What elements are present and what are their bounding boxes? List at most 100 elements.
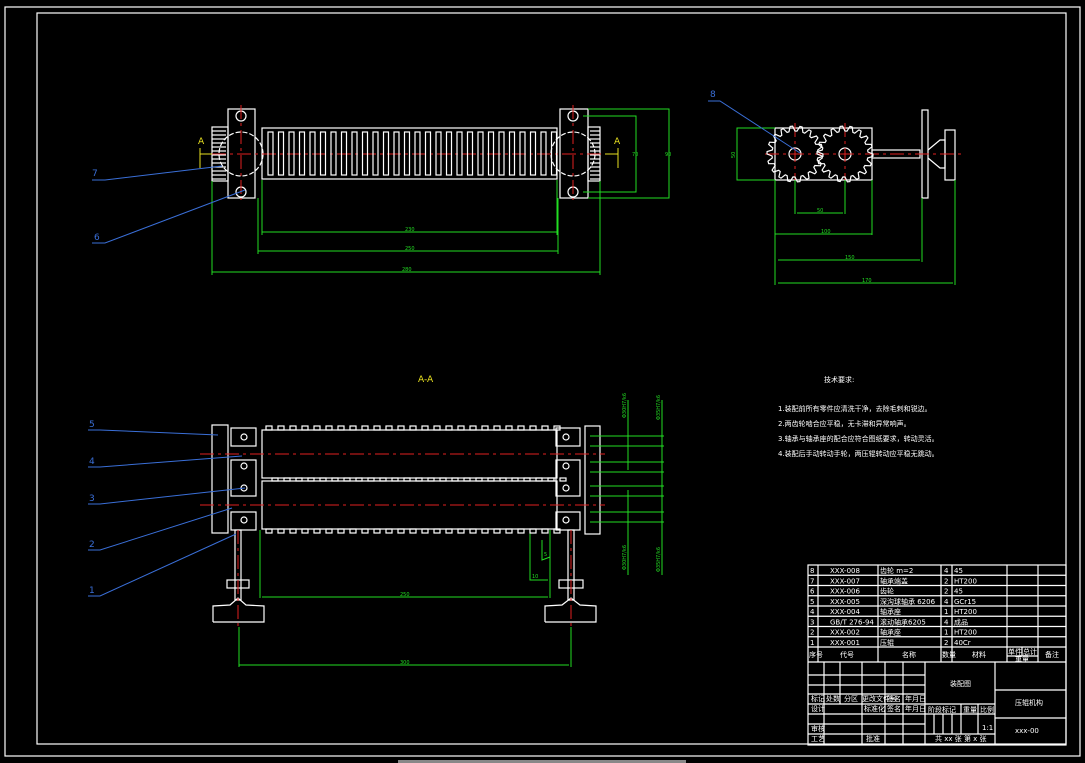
- part-name: 轴承座: [880, 607, 901, 616]
- section-view-a-a: A-A 250 300 10 5 Φ30H7/k6 Φ35H7/k6 Φ30H7…: [200, 375, 664, 667]
- roller-tooth: [463, 477, 471, 482]
- part-material: 45: [954, 567, 963, 575]
- part-name: 压辊: [880, 638, 894, 647]
- dim-text: 50: [731, 152, 737, 158]
- roller-tooth: [349, 425, 357, 431]
- roller-tooth: [481, 528, 489, 534]
- roller-tooth: [541, 425, 549, 431]
- header-qty: 数量: [942, 650, 956, 659]
- roller-tooth: [313, 528, 321, 534]
- fit-label: Φ30H7/k6: [622, 545, 628, 570]
- tb-label: 阶段标记: [928, 705, 956, 714]
- section-title: A-A: [418, 375, 434, 385]
- tb-label: 处数: [826, 694, 840, 703]
- dim-text: 170: [862, 278, 872, 284]
- bearing-mark: [240, 462, 248, 470]
- dim-text: 250: [400, 592, 410, 598]
- part-code: XXX-006: [830, 588, 860, 596]
- tb-label: 设计: [811, 704, 825, 713]
- top-view: 230 250 280 90 70 A A: [198, 105, 671, 275]
- bearing-mark: [240, 433, 248, 441]
- roller-tooth: [361, 528, 369, 534]
- roller-tooth: [331, 477, 339, 482]
- roller-tooth: [433, 528, 441, 534]
- leader-label-8: 8: [710, 90, 716, 100]
- bearing-mark: [562, 484, 570, 492]
- roller-tooth: [421, 425, 429, 431]
- dim-text: 100: [821, 229, 831, 235]
- roller-tooth: [337, 528, 345, 534]
- roller-tooth: [271, 477, 279, 482]
- part-material: HT200: [954, 629, 977, 637]
- roller-tooth: [373, 528, 381, 534]
- roller-tooth: [451, 477, 459, 482]
- roller-tooth: [325, 425, 333, 431]
- part-name: 深沟球轴承 6206: [880, 597, 936, 606]
- tb-label: 年月日: [905, 704, 926, 713]
- bearing-block: [230, 511, 257, 531]
- dim-text: 5: [544, 552, 547, 558]
- tech-req-item: 3.轴承与轴承座的配合应符合图纸要求，转动灵活。: [778, 434, 939, 443]
- roller-tooth: [493, 425, 501, 431]
- part-name: 轴承座: [880, 628, 901, 637]
- fit-label: Φ35H7/k6: [656, 547, 662, 572]
- dim-text: 250: [405, 246, 415, 252]
- part-no: 4: [810, 608, 815, 616]
- bearing-mark: [562, 433, 570, 441]
- part-material: 45: [954, 588, 963, 596]
- roller-tooth: [469, 528, 477, 534]
- leader-line: [88, 487, 246, 505]
- drawing-title: 装配图: [950, 679, 971, 688]
- part-material: GCr15: [954, 598, 976, 606]
- tech-req-item: 4.装配后手动转动手轮，两压辊转动应平稳无跳动。: [778, 449, 939, 458]
- part-name: 齿轮 m=2: [880, 566, 913, 575]
- leader-label-2: 2: [89, 540, 95, 550]
- roller-tooth: [385, 425, 393, 431]
- roller-tooth: [343, 477, 351, 482]
- fit-label: Φ35H7/k6: [656, 395, 662, 420]
- leader-line: [708, 100, 801, 154]
- tb-label: 审核: [811, 724, 825, 733]
- left-side-plate: [211, 424, 229, 534]
- part-material: 40Cr: [954, 639, 971, 647]
- roller-tooth: [301, 528, 309, 534]
- roller-tooth: [523, 477, 531, 482]
- bearing-mark: [562, 516, 570, 524]
- drawing-number: xxx-00: [1015, 727, 1039, 735]
- roller-tooth: [415, 477, 423, 482]
- part-code: XXX-008: [830, 567, 860, 575]
- dim-text: 90: [665, 152, 671, 158]
- roller-tooth: [325, 528, 333, 534]
- roller-tooth: [559, 477, 567, 482]
- roller-tooth: [379, 477, 387, 482]
- part-code: XXX-001: [830, 639, 860, 647]
- drawing-name: 压辊机构: [1015, 698, 1043, 707]
- dim-text: 150: [845, 255, 855, 261]
- roller-tooth: [547, 477, 555, 482]
- roller-tooth: [349, 528, 357, 534]
- tb-label: 年月日: [905, 694, 926, 703]
- tb-label: 工艺: [811, 735, 825, 743]
- roller-tooth: [541, 528, 549, 534]
- roller-tooth: [445, 528, 453, 534]
- section-label-left: A: [198, 137, 205, 147]
- tb-label: 标准化: [864, 704, 885, 713]
- header-material: 材料: [972, 650, 986, 659]
- leader-label-1: 1: [89, 586, 95, 596]
- bearing-block: [230, 427, 257, 447]
- leader-label-5: 5: [89, 420, 95, 430]
- roller-tooth: [505, 528, 513, 534]
- tech-req-item: 1.装配前所有零件应清洗干净，去除毛刺和锐边。: [778, 404, 932, 413]
- roller-tooth: [385, 528, 393, 534]
- roller-tooth: [355, 477, 363, 482]
- leader-label-4: 4: [89, 457, 95, 467]
- roller-tooth: [313, 425, 321, 431]
- roller-tooth: [445, 425, 453, 431]
- right-side-plate: [584, 425, 601, 535]
- roller-tooth: [529, 425, 537, 431]
- part-qty: 2: [944, 639, 948, 647]
- part-name: 滚动轴承6205: [880, 617, 926, 626]
- part-no: 6: [810, 588, 815, 596]
- roller-tooth: [265, 528, 273, 534]
- part-no: 5: [810, 598, 814, 606]
